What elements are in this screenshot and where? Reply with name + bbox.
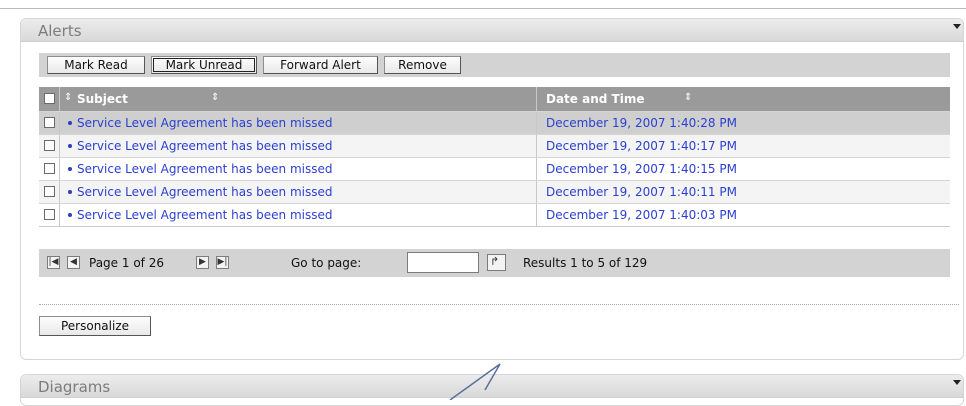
alert-date-link[interactable]: December 19, 2007 1:40:03 PM: [546, 208, 737, 222]
prev-page-icon[interactable]: ◀: [67, 256, 80, 269]
top-divider: [0, 8, 966, 9]
unread-bullet-icon: [68, 167, 72, 171]
row-checkbox[interactable]: [44, 209, 55, 220]
table-row[interactable]: Service Level Agreement has been missed …: [39, 111, 950, 134]
alert-date-link[interactable]: December 19, 2007 1:40:15 PM: [546, 162, 737, 176]
mark-unread-button[interactable]: Mark Unread: [151, 56, 257, 74]
alert-subject-link[interactable]: Service Level Agreement has been missed: [77, 185, 332, 199]
column-separator: [536, 135, 537, 157]
forward-alert-button[interactable]: Forward Alert: [263, 56, 378, 74]
row-checkbox[interactable]: [44, 163, 55, 174]
personalize-button[interactable]: Personalize: [39, 316, 151, 336]
annotation-pointer-icon: [449, 363, 501, 400]
alert-subject-link[interactable]: Service Level Agreement has been missed: [77, 116, 332, 130]
row-checkbox[interactable]: [44, 140, 55, 151]
go-to-page-label: Go to page:: [291, 256, 362, 270]
table-row[interactable]: Service Level Agreement has been missed …: [39, 134, 950, 157]
alerts-panel: Alerts Mark Read Mark Unread Forward Ale…: [20, 18, 964, 360]
column-separator: [536, 87, 537, 111]
unread-bullet-icon: [68, 144, 72, 148]
alerts-table: ⇕ Subject ⇕ Date and Time ⇕ Service Leve…: [39, 87, 950, 227]
alert-date-link[interactable]: December 19, 2007 1:40:11 PM: [546, 185, 737, 199]
remove-button[interactable]: Remove: [384, 56, 461, 74]
last-page-icon[interactable]: ▶|: [216, 256, 229, 269]
column-header-date[interactable]: Date and Time: [546, 92, 644, 106]
column-separator: [59, 181, 60, 203]
page-info: Page 1 of 26: [89, 256, 164, 270]
select-all-checkbox[interactable]: [44, 93, 55, 104]
table-row[interactable]: Service Level Agreement has been missed …: [39, 157, 950, 180]
table-row[interactable]: Service Level Agreement has been missed …: [39, 180, 950, 203]
results-count: Results 1 to 5 of 129: [523, 256, 648, 270]
alert-subject-link[interactable]: Service Level Agreement has been missed: [77, 139, 332, 153]
row-checkbox[interactable]: [44, 186, 55, 197]
column-separator: [536, 181, 537, 203]
alert-date-link[interactable]: December 19, 2007 1:40:28 PM: [546, 116, 737, 130]
collapse-icon[interactable]: [953, 380, 961, 385]
column-separator: [59, 112, 60, 134]
column-separator: [536, 112, 537, 134]
mark-read-button[interactable]: Mark Read: [47, 56, 145, 74]
table-header: ⇕ Subject ⇕ Date and Time ⇕: [39, 87, 950, 111]
alert-subject-link[interactable]: Service Level Agreement has been missed: [77, 208, 332, 222]
sort-icon[interactable]: ⇕: [211, 92, 219, 104]
column-separator: [59, 135, 60, 157]
sort-icon[interactable]: ⇕: [684, 92, 692, 104]
unread-bullet-icon: [68, 121, 72, 125]
pagination-bar: |◀ ◀ Page 1 of 26 ▶ ▶| Go to page: ↱ Res…: [39, 249, 950, 277]
go-to-page-input[interactable]: [407, 252, 479, 273]
column-separator: [59, 204, 60, 226]
sort-icon[interactable]: ⇕: [64, 92, 72, 104]
alerts-panel-header: Alerts: [21, 19, 963, 42]
alerts-title: Alerts: [38, 22, 82, 40]
column-header-subject[interactable]: Subject: [77, 92, 128, 106]
go-arrow-icon[interactable]: ↱: [487, 254, 506, 271]
first-page-icon[interactable]: |◀: [47, 256, 60, 269]
column-separator: [59, 158, 60, 180]
unread-bullet-icon: [68, 190, 72, 194]
alert-subject-link[interactable]: Service Level Agreement has been missed: [77, 162, 332, 176]
dotted-divider: [39, 304, 959, 305]
collapse-icon[interactable]: [953, 24, 961, 29]
alerts-toolbar: Mark Read Mark Unread Forward Alert Remo…: [39, 53, 950, 77]
column-separator: [59, 87, 60, 111]
next-page-icon[interactable]: ▶: [196, 256, 209, 269]
table-row[interactable]: Service Level Agreement has been missed …: [39, 203, 950, 227]
column-separator: [536, 158, 537, 180]
diagrams-title: Diagrams: [38, 378, 111, 396]
unread-bullet-icon: [68, 213, 72, 217]
row-checkbox[interactable]: [44, 117, 55, 128]
alert-date-link[interactable]: December 19, 2007 1:40:17 PM: [546, 139, 737, 153]
column-separator: [536, 204, 537, 226]
